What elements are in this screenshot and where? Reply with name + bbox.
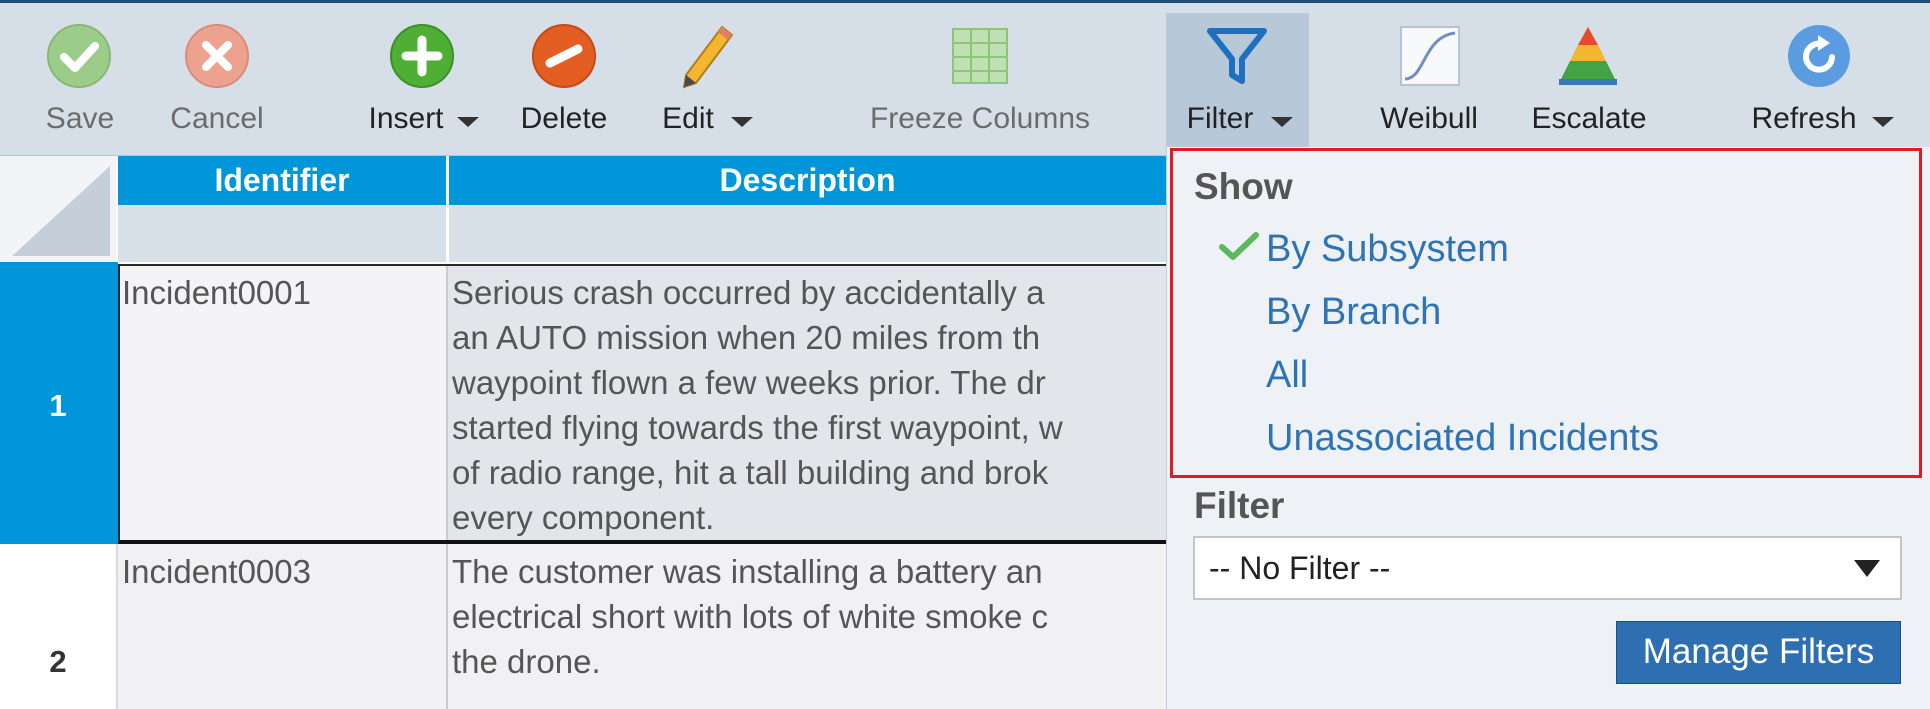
pyramid-icon xyxy=(1559,27,1617,85)
freeze-columns-label: Freeze Columns xyxy=(869,102,1091,135)
description-line: of radio range, hit a tall building and … xyxy=(452,454,1049,491)
chevron-down-icon xyxy=(1872,117,1894,127)
description-cell[interactable]: Serious crash occurred by accidentally a… xyxy=(452,270,1166,540)
description-line: every component. xyxy=(452,499,715,536)
filter-row-identifier[interactable] xyxy=(118,205,446,262)
show-heading: Show xyxy=(1194,166,1293,207)
show-option-unassociated-incidents[interactable]: Unassociated Incidents xyxy=(1266,417,1659,460)
row-number: 1 xyxy=(49,388,67,423)
edit-button[interactable]: Edit xyxy=(655,3,765,155)
curve-chart-icon xyxy=(1400,26,1460,86)
refresh-icon xyxy=(1788,25,1850,87)
description-line: started flying towards the first waypoin… xyxy=(452,409,1063,446)
filter-select-value: -- No Filter -- xyxy=(1209,550,1391,586)
funnel-icon xyxy=(1207,28,1267,84)
description-line: electrical short with lots of white smok… xyxy=(452,598,1049,635)
filter-label: Filter xyxy=(1186,102,1254,135)
chevron-down-icon xyxy=(1271,117,1293,127)
column-header-description[interactable]: Description xyxy=(449,156,1166,205)
show-option-by-subsystem[interactable]: By Subsystem xyxy=(1266,228,1509,271)
delete-button[interactable]: Delete xyxy=(512,3,617,155)
check-icon xyxy=(1219,232,1259,260)
toolbar: Save Cancel Insert Delete Edit Freeze Co… xyxy=(0,3,1930,156)
filter-heading: Filter xyxy=(1194,485,1285,526)
grid-icon xyxy=(952,28,1008,84)
x-circle-icon xyxy=(185,24,249,88)
description-line: Serious crash occurred by accidentally a xyxy=(452,274,1045,311)
select-all-triangle-icon xyxy=(12,166,110,256)
cancel-label: Cancel xyxy=(170,102,264,135)
filter-row-description[interactable] xyxy=(449,205,1166,262)
grid-corner[interactable] xyxy=(0,156,116,262)
filter-button[interactable]: Filter xyxy=(1166,3,1309,155)
description-line: the drone. xyxy=(452,643,601,680)
description-cell[interactable]: The customer was installing a battery an… xyxy=(452,549,1166,709)
cell-divider xyxy=(446,544,448,709)
chevron-down-icon xyxy=(731,117,753,127)
row-header[interactable]: 2 xyxy=(0,544,118,709)
cancel-button[interactable]: Cancel xyxy=(160,3,275,155)
row-number: 2 xyxy=(49,644,67,679)
insert-button[interactable]: Insert xyxy=(360,3,490,155)
delete-label: Delete xyxy=(520,102,608,135)
refresh-button[interactable]: Refresh xyxy=(1742,3,1902,155)
weibull-label: Weibull xyxy=(1380,102,1478,135)
minus-circle-icon xyxy=(532,24,596,88)
save-label: Save xyxy=(45,102,115,135)
identifier-cell[interactable]: Incident0001 xyxy=(122,270,444,315)
escalate-button[interactable]: Escalate xyxy=(1520,3,1660,155)
identifier-cell[interactable]: Incident0003 xyxy=(122,549,444,594)
insert-label: Insert xyxy=(368,102,444,135)
manage-filters-button[interactable]: Manage Filters xyxy=(1616,621,1901,684)
save-button[interactable]: Save xyxy=(30,3,130,155)
description-line: an AUTO mission when 20 miles from th xyxy=(452,319,1041,356)
check-circle-icon xyxy=(47,24,111,88)
plus-circle-icon xyxy=(390,24,454,88)
refresh-label: Refresh xyxy=(1751,102,1857,135)
freeze-columns-button[interactable]: Freeze Columns xyxy=(860,3,1100,155)
weibull-button[interactable]: Weibull xyxy=(1370,3,1490,155)
chevron-down-icon xyxy=(457,117,479,127)
escalate-label: Escalate xyxy=(1531,102,1647,135)
row-header-selected[interactable]: 1 xyxy=(0,262,118,544)
cell-divider xyxy=(446,266,448,540)
show-option-by-branch[interactable]: By Branch xyxy=(1266,291,1441,334)
filter-select[interactable]: -- No Filter -- xyxy=(1193,536,1902,600)
description-line: waypoint flown a few weeks prior. The dr xyxy=(452,364,1046,401)
description-line: The customer was installing a battery an xyxy=(452,553,1043,590)
pencil-icon xyxy=(682,25,734,89)
show-option-all[interactable]: All xyxy=(1266,354,1308,397)
edit-label: Edit xyxy=(662,102,714,135)
column-header-identifier[interactable]: Identifier xyxy=(118,156,446,205)
chevron-down-icon xyxy=(1854,560,1880,577)
